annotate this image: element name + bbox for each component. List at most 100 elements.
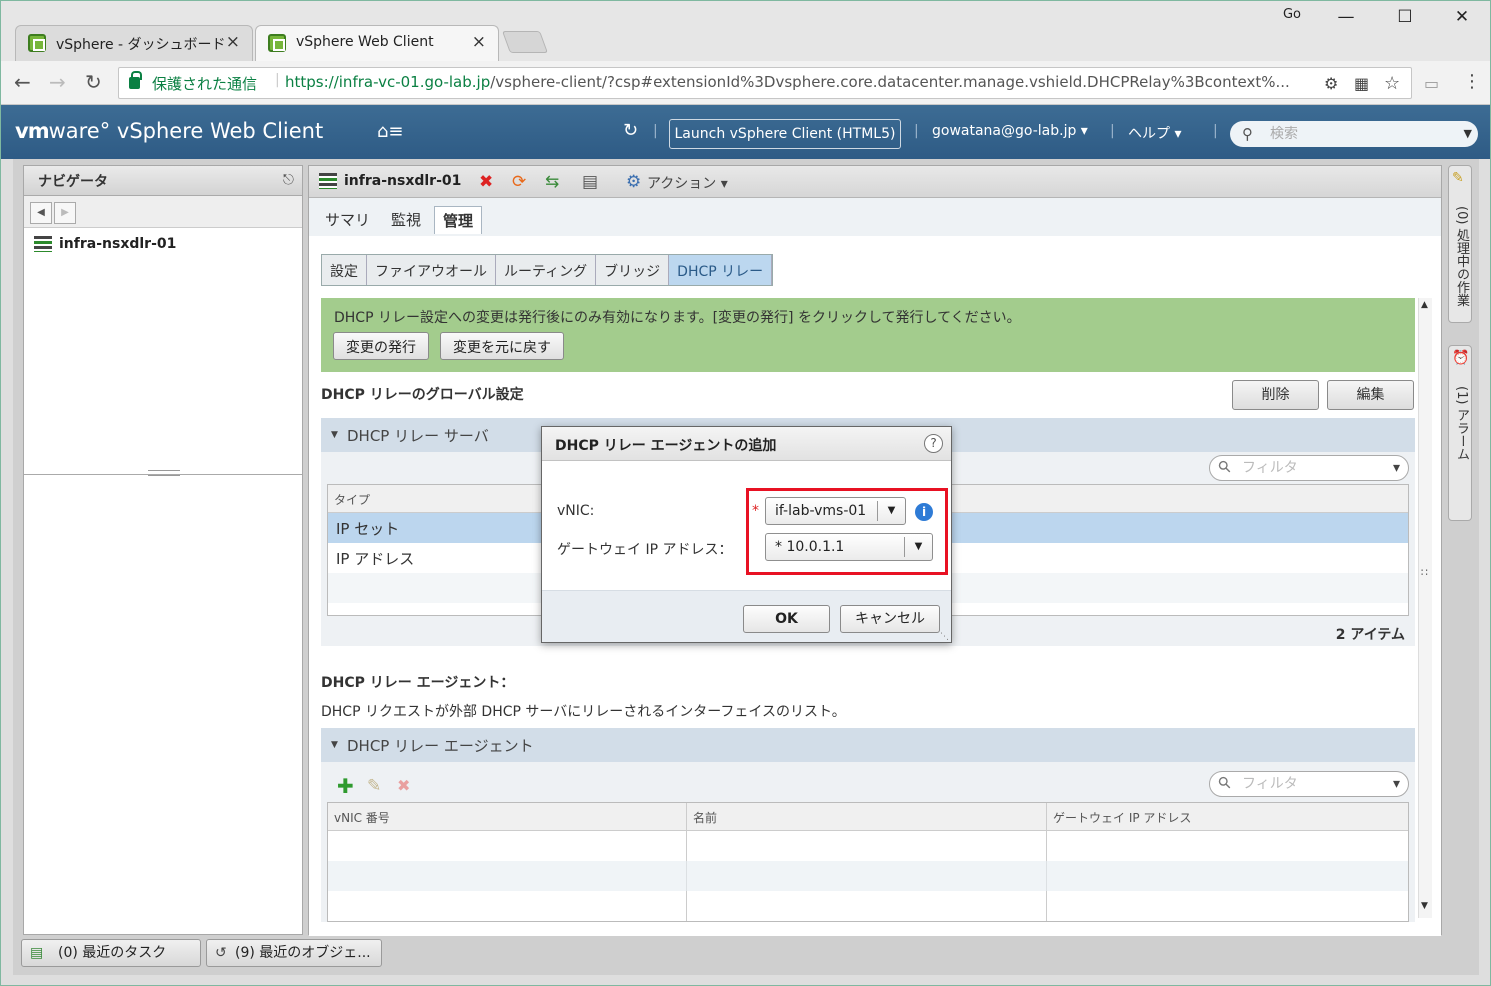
scroll-grip-icon[interactable]: ∷: [1421, 566, 1428, 579]
relay-agent-section-header[interactable]: ▼ DHCP リレー エージェント: [321, 728, 1415, 762]
search-placeholder: 検索: [1270, 126, 1298, 142]
browser-tab-dashboard[interactable]: vSphere - ダッシュボード ×: [15, 25, 253, 61]
actions-gear-icon[interactable]: ⚙: [626, 172, 641, 192]
splitter-handle-icon[interactable]: [148, 470, 180, 476]
search-icon: ⚲: [1242, 125, 1253, 143]
home-menu-icon[interactable]: ⌂≡: [377, 121, 404, 142]
browser-window: vSphere - ダッシュボード × vSphere Web Client ×…: [0, 0, 1491, 986]
user-menu[interactable]: gowatana@go-lab.jp ▾: [932, 123, 1088, 139]
nav-back-icon[interactable]: ◀: [30, 202, 52, 224]
alarms-tab[interactable]: ⏰ (1) アラーム: [1448, 345, 1472, 521]
delete-button[interactable]: 削除: [1232, 380, 1319, 410]
clipboard-icon: ▤: [30, 945, 44, 961]
cancel-button[interactable]: キャンセル: [840, 605, 940, 633]
right-dock: ✎ (0) 処理中の作業 ⏰ (1) アラーム: [1448, 165, 1472, 521]
bookmark-star-icon[interactable]: ☆: [1384, 73, 1400, 94]
translate-icon[interactable]: ▦: [1354, 74, 1369, 93]
subtab-dhcp-relay[interactable]: DHCP リレー: [669, 255, 773, 285]
minimize-icon[interactable]: —: [1331, 7, 1361, 27]
remove-icon[interactable]: ✖: [397, 776, 410, 795]
navigator-title: ナビゲータ: [24, 166, 302, 196]
edit-pencil-icon[interactable]: ✎: [367, 776, 381, 796]
brand-vm: vm: [15, 119, 50, 143]
alarm-clock-icon: ⏰: [1452, 350, 1470, 366]
close-tab-icon[interactable]: ×: [226, 32, 240, 52]
resize-grip-icon[interactable]: ⋱: [940, 632, 949, 642]
maximize-icon[interactable]: ☐: [1390, 7, 1420, 27]
launch-html5-button[interactable]: Launch vSphere Client (HTML5): [669, 119, 901, 149]
redeploy-icon[interactable]: ⟳: [512, 172, 526, 192]
close-tab-icon[interactable]: ×: [472, 32, 486, 52]
publish-changes-button[interactable]: 変更の発行: [333, 332, 429, 360]
work-in-progress-tab[interactable]: ✎ (0) 処理中の作業: [1448, 165, 1472, 323]
relay-server-section-title: DHCP リレー サーバ: [347, 427, 489, 445]
delete-icon[interactable]: ✖: [479, 172, 493, 192]
chevron-down-icon: ▼: [877, 501, 905, 521]
collapse-icon: ▼: [331, 740, 338, 750]
header-separator: |: [653, 123, 658, 139]
global-search-input[interactable]: ⚲ 検索 ▼: [1230, 121, 1478, 147]
tab-manage[interactable]: 管理: [434, 206, 483, 234]
navigator-item-label: infra-nsxdlr-01: [59, 236, 177, 252]
address-bar[interactable]: 保護された通信 | https://infra-vc-01.go-lab.jp/…: [118, 67, 1412, 99]
ok-button[interactable]: OK: [743, 605, 830, 633]
scroll-up-icon[interactable]: ▲: [1421, 300, 1428, 310]
relay-agent-section-title: DHCP リレー エージェント: [347, 737, 534, 755]
server-filter-input[interactable]: フィルタ: [1209, 455, 1409, 481]
navigator-panel: ナビゲータ ⎋ ◀ ▶ infra-nsxdlr-01: [23, 165, 303, 935]
agent-filter-input[interactable]: フィルタ: [1209, 771, 1409, 797]
subtab-firewall[interactable]: ファイアウオール: [367, 255, 496, 285]
extension-blocked-icon[interactable]: ⚙: [1324, 74, 1338, 93]
global-settings-title: DHCP リレーのグローバル設定: [321, 387, 524, 403]
recent-tasks-button[interactable]: ▤ (0) 最近のタスク: [21, 939, 201, 967]
back-icon[interactable]: ←: [14, 70, 31, 94]
filter-placeholder: フィルタ: [1242, 776, 1298, 792]
gateway-ip-label: ゲートウェイ IP アドレス：: [557, 542, 733, 558]
vnic-select[interactable]: if-lab-vms-01 ▼: [765, 497, 906, 525]
subtab-bridge[interactable]: ブリッジ: [596, 255, 670, 285]
scroll-down-icon[interactable]: ▼: [1421, 901, 1428, 911]
add-icon[interactable]: ✚: [337, 774, 354, 798]
reload-icon[interactable]: ↻: [85, 70, 102, 94]
dialog-header: DHCP リレー エージェントの追加 ?: [542, 427, 951, 461]
subtab-routing[interactable]: ルーティング: [496, 255, 597, 285]
nav-forward-icon[interactable]: ▶: [54, 202, 76, 224]
logs-icon[interactable]: ▤: [582, 172, 598, 192]
refresh-icon[interactable]: ↻: [623, 120, 638, 141]
help-menu[interactable]: ヘルプ ▾: [1128, 123, 1181, 143]
browser-tab-web-client[interactable]: vSphere Web Client ×: [255, 25, 499, 61]
vertical-scrollbar[interactable]: ▲ ∷ ▼: [1418, 298, 1432, 918]
profile-badge[interactable]: Go: [1277, 7, 1307, 22]
recent-objects-label: (9) 最近のオブジェ...: [235, 945, 371, 961]
nsx-edge-icon: [34, 236, 52, 252]
edit-button[interactable]: 編集: [1327, 380, 1414, 410]
change-status-icon[interactable]: ⇆: [545, 172, 559, 192]
window-close-icon[interactable]: ✕: [1447, 7, 1477, 27]
navigator-item[interactable]: infra-nsxdlr-01: [34, 236, 176, 252]
brand-title: ware° vSphere Web Client: [48, 119, 324, 143]
gateway-ip-select[interactable]: * 10.0.1.1 ▼: [765, 533, 933, 561]
work-in-progress-label: (0) 処理中の作業: [1454, 206, 1469, 307]
revert-changes-button[interactable]: 変更を元に戻す: [440, 332, 564, 360]
tab-monitor[interactable]: 監視: [383, 206, 429, 233]
extension-icon[interactable]: ▭: [1424, 74, 1439, 93]
alarms-label: (1) アラーム: [1454, 386, 1469, 461]
forward-icon[interactable]: →: [49, 70, 66, 94]
pin-icon[interactable]: ⎋: [283, 172, 294, 188]
new-tab-button[interactable]: [501, 31, 549, 53]
chevron-down-icon: ▼: [1463, 127, 1472, 140]
vnic-label: vNIC:: [557, 503, 595, 519]
subtab-settings[interactable]: 設定: [322, 255, 367, 285]
tab-summary[interactable]: サマリ: [317, 206, 378, 233]
filter-placeholder: フィルタ: [1242, 460, 1298, 476]
collapse-icon: ▼: [331, 430, 338, 440]
info-icon[interactable]: i: [915, 503, 933, 521]
actions-menu[interactable]: アクション ▾: [647, 173, 728, 193]
help-icon[interactable]: ?: [924, 434, 943, 453]
recent-objects-button[interactable]: ↺ (9) 最近のオブジェ...: [206, 939, 382, 967]
vsphere-favicon-icon: [28, 34, 46, 52]
object-header: infra-nsxdlr-01 ✖ ⟳ ⇆ ▤ ⚙ アクション ▾: [309, 166, 1441, 198]
menu-icon[interactable]: ⋮: [1463, 71, 1481, 92]
history-icon: ↺: [215, 945, 227, 961]
lock-icon: [129, 71, 142, 89]
